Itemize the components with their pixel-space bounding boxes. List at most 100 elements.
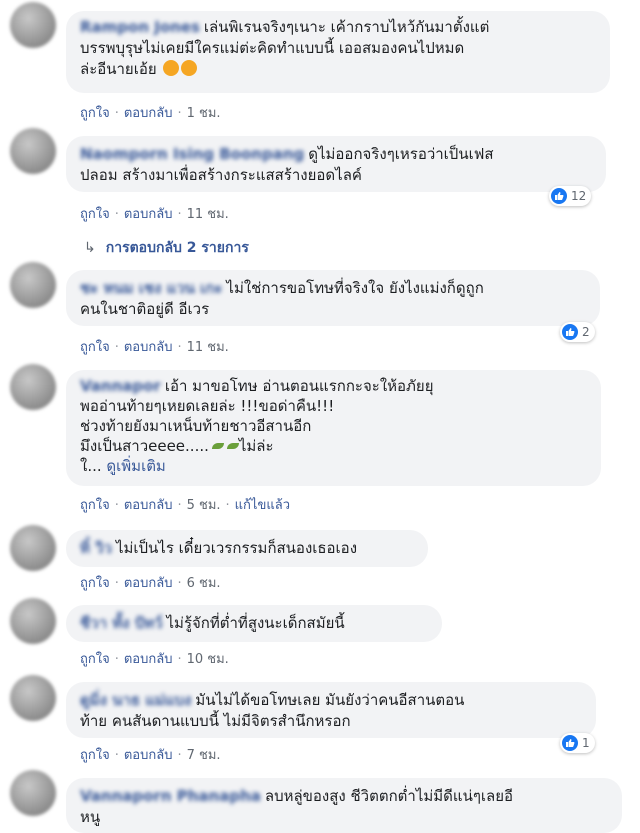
separator-dot: · [114, 652, 119, 667]
avatar[interactable] [10, 2, 56, 48]
comment-time[interactable]: 11 ชม. [187, 340, 229, 355]
like-link[interactable]: ถูกใจ [80, 652, 110, 667]
comment-bubble: Rampon Jones เล่นพิเรนจริงๆเนาะ เค้ากราบไ… [66, 11, 610, 93]
comment-bubble: ทิ๋ วิว ไม่เป็นไร เดี๋ยวเวรกรรมก็สนองเธอเ… [66, 530, 428, 567]
reply-link[interactable]: ตอบกลับ [124, 576, 173, 591]
comment-text-line: เล่นพิเรนจริงๆเนาะ เค้ากราบไหว้กันมาตั้ง… [203, 18, 490, 36]
comment-time[interactable]: 6 ชม. [187, 576, 221, 591]
reply-arrow-icon: ↳ [84, 240, 96, 256]
leaf-emoji-icon [226, 443, 239, 449]
comment-text-line: ใ... [80, 457, 102, 475]
comment-actions: ถูกใจ · ตอบกลับ · 7 ชม. [80, 744, 221, 765]
separator-dot: · [177, 207, 182, 222]
separator-dot: · [225, 498, 230, 513]
comment-author[interactable]: ดูมิ่ง นาธ แม่แบง [80, 691, 191, 709]
comment-text-line: ดูไม่ออกจริงๆเหรอว่าเป็นเฟส [308, 145, 494, 163]
comment-text-line: คนในชาติอยู่ดี อีเวร [80, 300, 210, 318]
leaf-emoji-icon [211, 443, 224, 449]
reply-link[interactable]: ตอบกลับ [124, 207, 173, 222]
comment-text-line: ช่วงท้ายยังมาเหน็บท้ายชาวอีสานอีก [80, 417, 312, 435]
comment-actions: ถูกใจ · ตอบกลับ · 11 ชม. [80, 203, 229, 224]
comment-text-line: พออ่านท้ายๆเหยดเลยล่ะ !!!ขอด่าคืน!!! [80, 397, 335, 415]
reaction-count[interactable]: 1 [560, 733, 595, 753]
avatar[interactable] [10, 675, 56, 721]
like-icon [551, 188, 567, 204]
separator-dot: · [114, 748, 119, 763]
comment-author[interactable]: Naomporn Ising Boonpang [80, 145, 304, 163]
avatar[interactable] [10, 525, 56, 571]
comment-bubble: ดูมิ่ง นาธ แม่แบง มันไม่ได้ขอโทษเลย มันยั… [66, 682, 596, 738]
angry-emoji-icon [181, 60, 198, 76]
like-link[interactable]: ถูกใจ [80, 576, 110, 591]
comment-actions: ถูกใจ · ตอบกลับ · 5 ชม. · แก้ไขแล้ว [80, 494, 290, 515]
comment-author[interactable]: Rampon Jones [80, 18, 200, 36]
reply-link[interactable]: ตอบกลับ [124, 748, 173, 763]
comment-text-line: ไม่ใช่การขอโทษที่จริงใจ ยังไงแม่งก็ดูถูก [226, 279, 484, 297]
like-link[interactable]: ถูกใจ [80, 340, 110, 355]
comment-time[interactable]: 11 ชม. [187, 207, 229, 222]
comment-author[interactable]: ชะ หนม เชง แวน เกะ [80, 279, 222, 297]
comment-actions: ถูกใจ · ตอบกลับ · 10 ชม. [80, 648, 229, 669]
comment-text-line: ปลอม สร้างมาเพื่อสร้างกระแสสร้างยอดไลค์ [80, 166, 362, 184]
replies-label: การตอบกลับ 2 รายการ [105, 240, 249, 256]
separator-dot: · [177, 652, 182, 667]
comment-bubble: Naomporn Ising Boonpang ดูไม่ออกจริงๆเหรอ… [66, 136, 606, 192]
separator-dot: · [114, 340, 119, 355]
comment-time[interactable]: 5 ชม. [187, 498, 221, 513]
reply-link[interactable]: ตอบกลับ [124, 340, 173, 355]
separator-dot: · [114, 576, 119, 591]
separator-dot: · [177, 106, 182, 121]
comment-author[interactable]: ชีวา ทั้ง ปัทว์ [80, 614, 163, 632]
like-link[interactable]: ถูกใจ [80, 106, 110, 121]
separator-dot: · [177, 748, 182, 763]
reaction-count[interactable]: 2 [560, 322, 595, 342]
comment-text-line: ไม่ล่ะ [238, 437, 274, 455]
avatar[interactable] [10, 364, 56, 410]
comment-text-line: ลบหลู่ของสูง ชีวิตตกต่ำไม่มีดีแน่ๆเลยอี [264, 787, 513, 805]
edited-label[interactable]: แก้ไขแล้ว [235, 498, 290, 513]
comment-actions: ถูกใจ · ตอบกลับ · 11 ชม. [80, 336, 229, 357]
comment-author[interactable]: Vannapor [80, 377, 161, 395]
comment-time[interactable]: 10 ชม. [187, 652, 229, 667]
avatar[interactable] [10, 128, 56, 174]
avatar[interactable] [10, 598, 56, 644]
separator-dot: · [114, 498, 119, 513]
comment-author[interactable]: ทิ๋ วิว [80, 539, 112, 557]
separator-dot: · [177, 340, 182, 355]
like-count: 12 [571, 189, 587, 203]
comment-actions: ถูกใจ · ตอบกลับ · 1 ชม. [80, 102, 221, 123]
comment-text-line: บรรพบุรุษไม่เคยมีใครแม่ต่ะคิดทำแบบนี้ เอ… [80, 39, 465, 57]
comment-text-line: หนู [80, 808, 101, 826]
see-more-link[interactable]: ดูเพิ่มเติม [106, 457, 165, 475]
comment-time[interactable]: 7 ชม. [187, 748, 221, 763]
comment-text-line: ล่ะอีนายเอ้ย [80, 60, 157, 78]
view-replies-link[interactable]: ↳ การตอบกลับ 2 รายการ [84, 237, 249, 259]
comment-text-line: เอ้า มาขอโทษ อ่านตอนแรกกะจะให้อภัยยุ [164, 377, 434, 395]
comment-text-line: ไม่เป็นไร เดี๋ยวเวรกรรมก็สนองเธอเอง [115, 539, 358, 557]
avatar[interactable] [10, 262, 56, 308]
reply-link[interactable]: ตอบกลับ [124, 498, 173, 513]
like-icon [562, 324, 578, 340]
like-link[interactable]: ถูกใจ [80, 748, 110, 763]
like-count: 1 [582, 736, 590, 750]
comment-actions: ถูกใจ · ตอบกลับ · 6 ชม. [80, 572, 221, 593]
like-link[interactable]: ถูกใจ [80, 498, 110, 513]
comment-time[interactable]: 1 ชม. [187, 106, 221, 121]
like-link[interactable]: ถูกใจ [80, 207, 110, 222]
comment-bubble: Vannapor เอ้า มาขอโทษ อ่านตอนแรกกะจะให้อภ… [66, 370, 601, 486]
separator-dot: · [177, 576, 182, 591]
reaction-count[interactable]: 12 [549, 186, 592, 206]
separator-dot: · [114, 106, 119, 121]
angry-emoji-icon [163, 60, 180, 76]
separator-dot: · [177, 498, 182, 513]
comment-text-line: มันไม่ได้ขอโทษเลย มันยังว่าคนอีสานตอน [195, 691, 465, 709]
like-icon [562, 735, 578, 751]
comment-text-line: ไม่รู้จักที่ต่ำที่สูงนะเด็กสมัยนี้ [166, 614, 345, 632]
avatar[interactable] [10, 770, 56, 816]
reply-link[interactable]: ตอบกลับ [124, 106, 173, 121]
comment-author[interactable]: Vannaporn Phanapha [80, 787, 261, 805]
comment-bubble: ชะ หนม เชง แวน เกะ ไม่ใช่การขอโทษที่จริงใ… [66, 270, 600, 326]
reply-link[interactable]: ตอบกลับ [124, 652, 173, 667]
like-count: 2 [582, 325, 590, 339]
comment-text-line: มึงเป็นสาวeeee..... [80, 437, 209, 455]
